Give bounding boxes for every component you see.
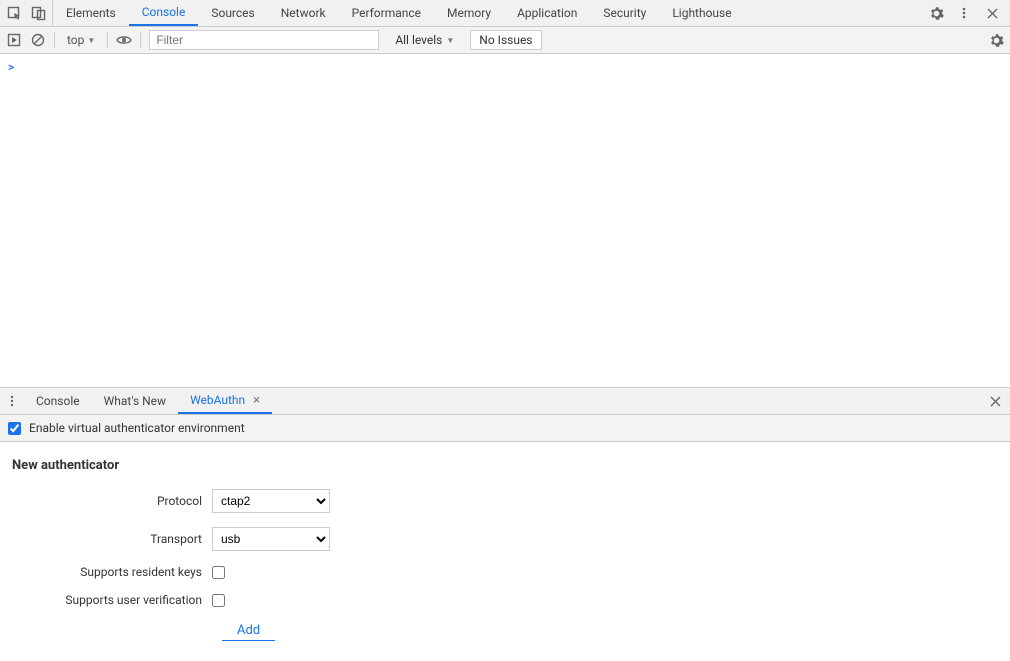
issues-button[interactable]: No Issues [470,30,541,50]
drawer-close-icon[interactable] [980,388,1010,414]
drawer-more-icon[interactable] [0,388,24,414]
main-tab-elements[interactable]: Elements [53,0,129,26]
main-tab-sources[interactable]: Sources [198,0,267,26]
user-verification-checkbox[interactable] [212,594,225,607]
issues-label: No Issues [479,33,532,47]
enable-virtual-auth-row: Enable virtual authenticator environment [0,415,1010,442]
add-authenticator-button[interactable]: Add [222,621,275,641]
main-tab-security[interactable]: Security [590,0,659,26]
protocol-select[interactable]: ctap2 [212,489,330,513]
transport-label: Transport [12,532,212,546]
new-authenticator-title: New authenticator [12,458,998,473]
dropdown-triangle-icon: ▼ [87,36,95,45]
close-devtools-icon[interactable] [984,5,1000,21]
console-settings-gear-icon[interactable] [988,32,1004,48]
webauthn-panel: New authenticator Protocol ctap2 Transpo… [0,442,1010,661]
device-toggle-icon[interactable] [30,5,46,21]
settings-gear-icon[interactable] [928,5,944,21]
main-tab-memory[interactable]: Memory [434,0,504,26]
enable-virtual-auth-checkbox[interactable] [8,422,21,435]
console-output-area[interactable]: > [0,54,1010,387]
transport-select[interactable]: usb [212,527,330,551]
levels-label: All levels [395,33,442,47]
enable-virtual-auth-label[interactable]: Enable virtual authenticator environment [29,421,245,435]
drawer-tab-label: What's New [104,394,166,408]
console-filter-input[interactable] [149,30,379,50]
dropdown-triangle-icon: ▼ [446,36,454,45]
drawer-tab-label: WebAuthn [190,393,245,407]
main-tab-network[interactable]: Network [268,0,339,26]
console-prompt-caret: > [8,60,14,74]
devtools-main-tabs: ElementsConsoleSourcesNetworkPerformance… [0,0,1010,27]
main-tab-console[interactable]: Console [129,0,199,26]
main-tab-application[interactable]: Application [504,0,590,26]
drawer-tabs: Console What's New WebAuthn × [0,388,1010,415]
more-vert-icon[interactable] [956,5,972,21]
main-tab-performance[interactable]: Performance [339,0,434,26]
main-tab-lighthouse[interactable]: Lighthouse [659,0,744,26]
protocol-label: Protocol [12,494,212,508]
resident-keys-checkbox[interactable] [212,566,225,579]
drawer-tab-label: Console [36,394,80,408]
execution-context-selector[interactable]: top ▼ [63,33,99,47]
inspect-element-icon[interactable] [6,5,22,21]
tab-close-icon[interactable]: × [253,393,260,408]
resident-keys-label: Supports resident keys [12,565,212,579]
console-toolbar: top ▼ All levels ▼ No Issues [0,27,1010,54]
drawer-panel: Console What's New WebAuthn × Enable virtua… [0,387,1010,661]
drawer-tab-webauthn[interactable]: WebAuthn × [178,388,272,414]
play-icon[interactable] [6,32,22,48]
context-label: top [67,33,84,47]
log-levels-selector[interactable]: All levels ▼ [387,31,462,49]
live-expression-eye-icon[interactable] [116,32,132,48]
clear-console-icon[interactable] [30,32,46,48]
inspect-tools [0,0,53,26]
drawer-tab-what-s-new[interactable]: What's New [92,388,178,414]
user-verification-label: Supports user verification [12,593,212,607]
drawer-tab-console[interactable]: Console [24,388,92,414]
